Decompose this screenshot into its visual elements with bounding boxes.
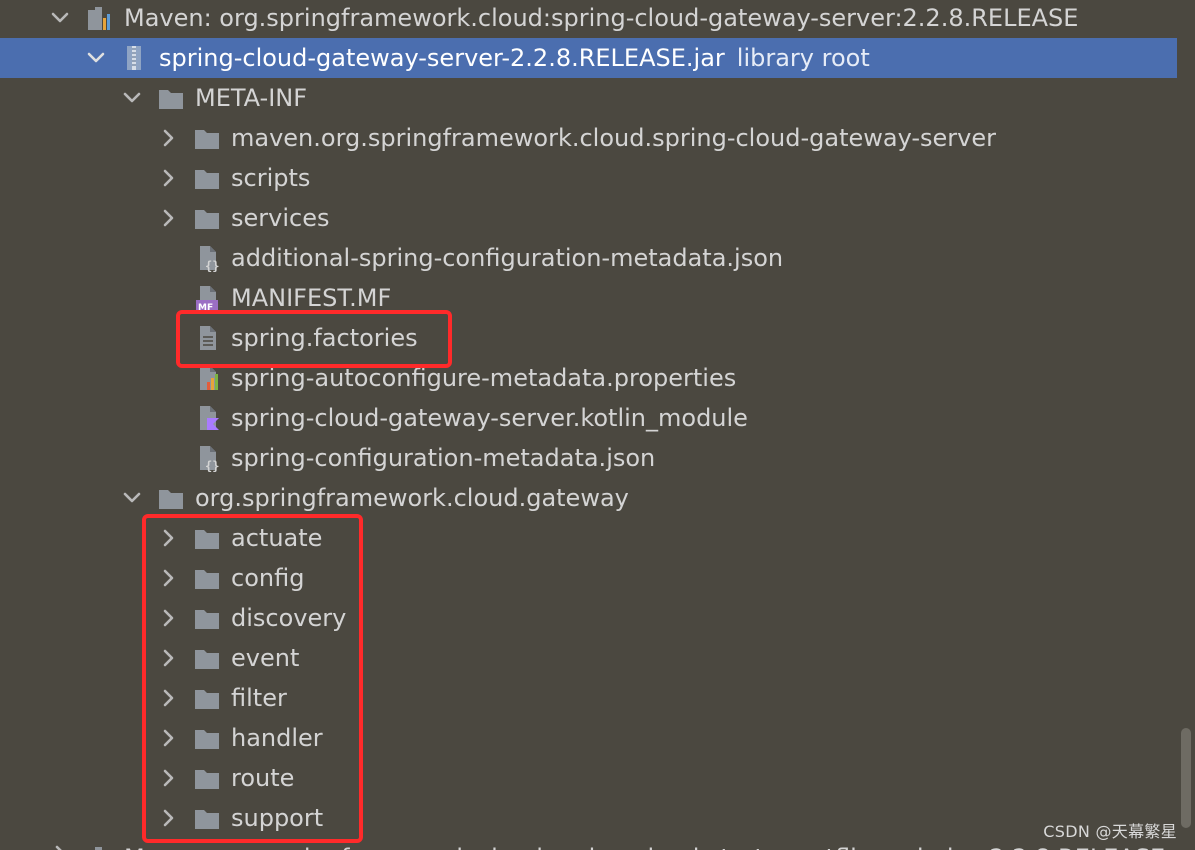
- watermark: CSDN @天幕繁星: [1043, 822, 1177, 841]
- tree-row-package[interactable]: org.springframework.cloud.gateway: [0, 478, 1177, 518]
- chevron-right-icon[interactable]: [156, 526, 180, 550]
- tree-row-jar[interactable]: spring-cloud-gateway-server-2.2.8.RELEAS…: [0, 38, 1177, 78]
- folder-icon: [195, 730, 219, 749]
- tree-label-scripts: scripts: [231, 164, 311, 192]
- tree-row-route[interactable]: route: [0, 758, 1177, 798]
- tree-label-json-file: additional-spring-configuration-metadata…: [231, 244, 784, 272]
- chevron-right-icon[interactable]: [156, 646, 180, 670]
- package-folder-icon: [159, 490, 183, 509]
- tree-label-manifest: MANIFEST.MF: [231, 284, 392, 312]
- tree-row-scripts[interactable]: scripts: [0, 158, 1177, 198]
- tree-row-json-file[interactable]: {} additional-spring-configuration-metad…: [0, 238, 1177, 278]
- folder-icon: [195, 210, 219, 229]
- tree-row-event[interactable]: event: [0, 638, 1177, 678]
- svg-text:{}: {}: [205, 259, 219, 272]
- tree-row-handler[interactable]: handler: [0, 718, 1177, 758]
- svg-text:MF: MF: [198, 303, 213, 312]
- library-root-suffix: library root: [736, 44, 870, 72]
- tree-label-jar: spring-cloud-gateway-server-2.2.8.RELEAS…: [159, 44, 870, 72]
- tree-label-json-file: spring-configuration-metadata.json: [231, 444, 656, 472]
- chevron-right-icon[interactable]: [156, 726, 180, 750]
- tree-label-package: org.springframework.cloud.gateway: [195, 484, 629, 512]
- tree-row-services[interactable]: services: [0, 198, 1177, 238]
- tree-row-config[interactable]: config: [0, 558, 1177, 598]
- tree-label-spring-factories: spring.factories: [231, 324, 418, 352]
- tree-label-kotlin-module: spring-cloud-gateway-server.kotlin_modul…: [231, 404, 748, 432]
- tree-label-handler: handler: [231, 724, 323, 752]
- tree-label-partial: Maven: org.springframework.cloud:spring-…: [124, 838, 1165, 850]
- tree-row-discovery[interactable]: discovery: [0, 598, 1177, 638]
- tree-row-spring-factories[interactable]: spring.factories: [0, 318, 1177, 358]
- tree-row-manifest[interactable]: MF MANIFEST.MF: [0, 278, 1177, 318]
- manifest-file-icon: MF: [196, 286, 218, 312]
- maven-library-icon: [88, 7, 110, 30]
- tree-row-support[interactable]: support: [0, 798, 1177, 838]
- folder-icon: [195, 690, 219, 709]
- maven-library-icon: [95, 847, 102, 850]
- folder-icon: [195, 650, 219, 669]
- tree-row-maven-library[interactable]: Maven: org.springframework.cloud:spring-…: [0, 0, 1177, 38]
- tree-label-maven-library: Maven: org.springframework.cloud:spring-…: [124, 4, 1079, 32]
- tree-label-meta-inf: META-INF: [195, 84, 308, 112]
- folder-icon: [195, 770, 219, 789]
- chevron-right-icon[interactable]: [156, 606, 180, 630]
- chevron-down-icon[interactable]: [84, 46, 108, 70]
- jar-icon: [127, 46, 141, 70]
- chevron-right-icon[interactable]: [156, 166, 180, 190]
- tree-row-json-file[interactable]: {} spring-configuration-metadata.json: [0, 438, 1177, 478]
- tree-label-filter: filter: [231, 684, 287, 712]
- folder-icon: [195, 610, 219, 629]
- folder-icon: [159, 90, 183, 109]
- chevron-right-icon[interactable]: [48, 842, 72, 850]
- chevron-down-icon[interactable]: [120, 86, 144, 110]
- chevron-right-icon[interactable]: [156, 806, 180, 830]
- kotlin-module-file-icon: [200, 406, 219, 430]
- tree-row-actuate[interactable]: actuate: [0, 518, 1177, 558]
- text-file-icon: [200, 326, 216, 350]
- tree-row-partial[interactable]: Maven: org.springframework.cloud:spring-…: [0, 838, 1177, 850]
- tree-label-folder: maven.org.springframework.cloud.spring-c…: [231, 124, 996, 152]
- tree-row-filter[interactable]: filter: [0, 678, 1177, 718]
- tree-row-kotlin-module[interactable]: spring-cloud-gateway-server.kotlin_modul…: [0, 398, 1177, 438]
- json-file-icon: {}: [200, 246, 219, 272]
- scrollbar-thumb[interactable]: [1181, 728, 1191, 828]
- chevron-down-icon[interactable]: [120, 486, 144, 510]
- tree-label-route: route: [231, 764, 295, 792]
- tree-label-event: event: [231, 644, 300, 672]
- folder-icon: [195, 570, 219, 589]
- chevron-right-icon[interactable]: [156, 566, 180, 590]
- properties-file-icon: [200, 366, 218, 390]
- chevron-right-icon[interactable]: [156, 766, 180, 790]
- tree-label-services: services: [231, 204, 330, 232]
- tree-label-actuate: actuate: [231, 524, 323, 552]
- tree-row-properties[interactable]: spring-autoconfigure-metadata.properties: [0, 358, 1177, 398]
- chevron-down-icon[interactable]: [48, 6, 72, 30]
- json-file-icon: {}: [200, 446, 219, 472]
- folder-icon: [195, 170, 219, 189]
- tree-label-discovery: discovery: [231, 604, 347, 632]
- folder-icon: [195, 810, 219, 829]
- project-tree: Maven: org.springframework.cloud:spring-…: [0, 0, 1195, 850]
- tree-label-config: config: [231, 564, 305, 592]
- svg-text:{}: {}: [205, 459, 219, 472]
- tree-label-support: support: [231, 804, 324, 832]
- tree-label-properties: spring-autoconfigure-metadata.properties: [231, 364, 737, 392]
- chevron-right-icon[interactable]: [156, 686, 180, 710]
- tree-row-folder[interactable]: maven.org.springframework.cloud.spring-c…: [0, 118, 1177, 158]
- folder-icon: [195, 530, 219, 549]
- tree-row-meta-inf[interactable]: META-INF: [0, 78, 1177, 118]
- chevron-right-icon[interactable]: [156, 126, 180, 150]
- chevron-right-icon[interactable]: [156, 206, 180, 230]
- folder-icon: [195, 130, 219, 149]
- vertical-scrollbar[interactable]: [1177, 0, 1195, 850]
